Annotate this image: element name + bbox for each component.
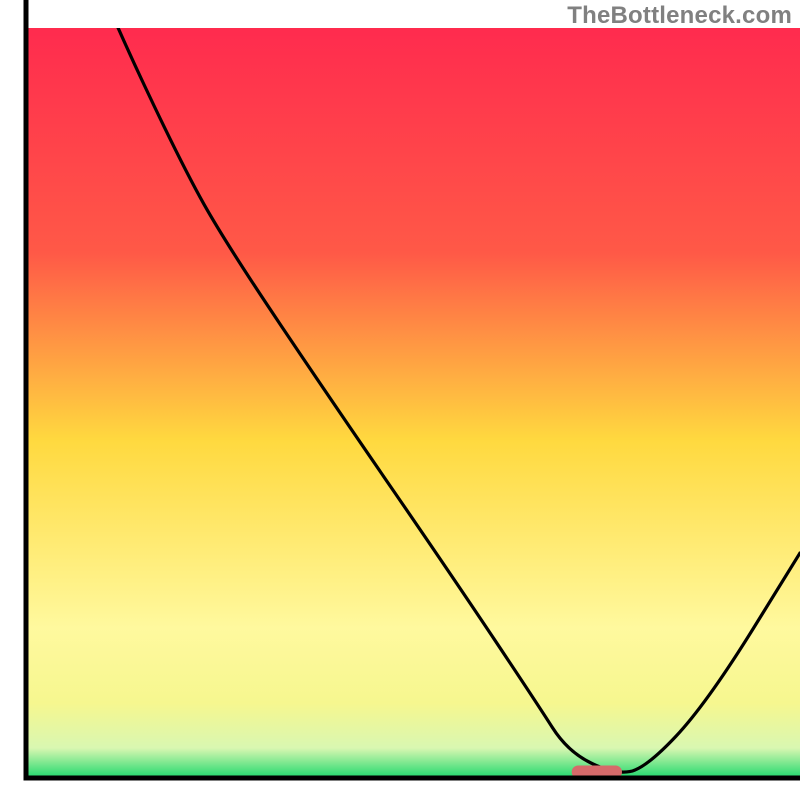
bottleneck-chart: [0, 0, 800, 800]
plot-background: [26, 28, 800, 778]
chart-frame: TheBottleneck.com: [0, 0, 800, 800]
watermark-text: TheBottleneck.com: [567, 2, 792, 30]
